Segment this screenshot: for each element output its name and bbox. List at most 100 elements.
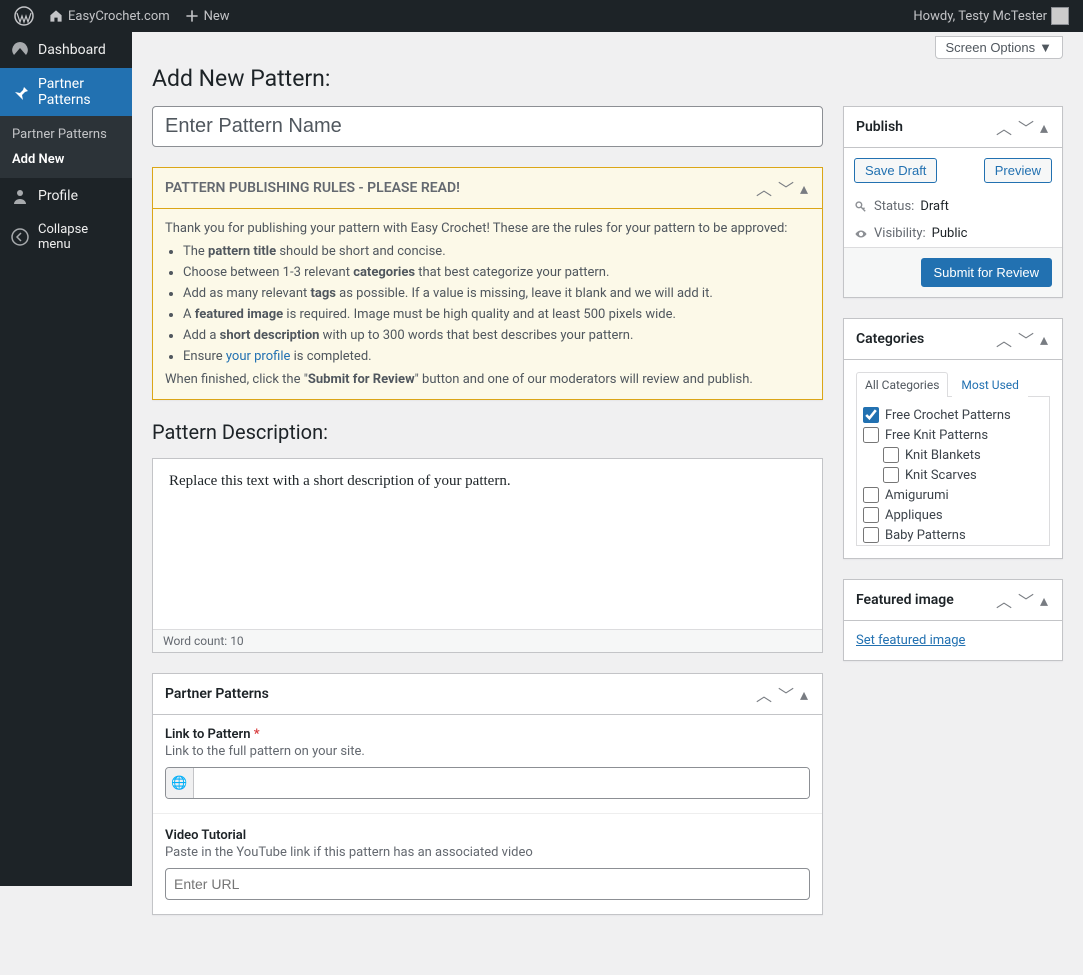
- featured-image-box: Featured image ︿ ﹀ ▴ Set featured image: [843, 579, 1063, 661]
- admin-topbar: EasyCrochet.com New Howdy, Testy McTeste…: [0, 0, 1083, 32]
- category-checkbox[interactable]: [863, 507, 879, 523]
- wp-logo[interactable]: [10, 6, 38, 26]
- user-icon: [10, 186, 30, 206]
- category-checkbox[interactable]: [883, 467, 899, 483]
- category-item[interactable]: Chevron Patterns: [863, 545, 1043, 546]
- rule-5: Add a short description with up to 300 w…: [183, 328, 810, 343]
- submenu-partner-patterns[interactable]: Partner Patterns: [0, 122, 132, 147]
- collapse-icon: [10, 227, 30, 247]
- admin-sidebar: Dashboard Partner Patterns Partner Patte…: [0, 32, 132, 886]
- screen-options-button[interactable]: Screen Options ▼: [935, 36, 1063, 59]
- category-label: Baby Patterns: [885, 528, 966, 543]
- rules-heading: PATTERN PUBLISHING RULES - PLEASE READ!: [165, 180, 754, 196]
- sidebar-item-partner-patterns[interactable]: Partner Patterns: [0, 68, 132, 116]
- video-hint: Paste in the YouTube link if this patter…: [165, 845, 810, 860]
- category-item[interactable]: Free Knit Patterns: [863, 425, 1043, 445]
- word-count: Word count: 10: [153, 629, 822, 652]
- move-up-icon[interactable]: ︿: [994, 327, 1014, 351]
- featured-image-heading: Featured image: [856, 592, 994, 608]
- tab-all-categories[interactable]: All Categories: [856, 372, 948, 397]
- move-down-icon[interactable]: ﹀: [1016, 115, 1036, 139]
- move-down-icon[interactable]: ﹀: [776, 176, 796, 200]
- rule-1: The pattern title should be short and co…: [183, 244, 810, 259]
- sidebar-item-dashboard[interactable]: Dashboard: [0, 32, 132, 68]
- new-menu[interactable]: New: [180, 8, 234, 24]
- category-item[interactable]: Baby Patterns: [863, 525, 1043, 545]
- publish-heading: Publish: [856, 119, 994, 135]
- category-item[interactable]: Knit Blankets: [863, 445, 1043, 465]
- move-down-icon[interactable]: ﹀: [776, 682, 796, 706]
- category-item[interactable]: Knit Scarves: [863, 465, 1043, 485]
- category-item[interactable]: Amigurumi: [863, 485, 1043, 505]
- sidebar-item-profile[interactable]: Profile: [0, 178, 132, 214]
- categories-heading: Categories: [856, 331, 994, 347]
- rules-intro: Thank you for publishing your pattern wi…: [165, 221, 810, 236]
- category-checkbox[interactable]: [863, 527, 879, 543]
- sidebar-collapse[interactable]: Collapse menu: [0, 214, 132, 260]
- dashboard-icon: [10, 40, 30, 60]
- toggle-icon[interactable]: ▴: [1038, 118, 1050, 137]
- submenu-add-new[interactable]: Add New: [0, 147, 132, 172]
- wordpress-icon: [14, 6, 34, 26]
- rule-3: Add as many relevant tags as possible. I…: [183, 286, 810, 301]
- toggle-icon[interactable]: ▴: [1038, 330, 1050, 349]
- page-title: Add New Pattern:: [152, 65, 1063, 92]
- content-wrap: Screen Options ▼ Add New Pattern: PATTER…: [132, 32, 1083, 975]
- category-checkbox[interactable]: [863, 407, 879, 423]
- category-checkbox[interactable]: [863, 487, 879, 503]
- status-row: Status: Draft: [844, 193, 1062, 220]
- category-label: Free Knit Patterns: [885, 428, 988, 443]
- set-featured-image-link[interactable]: Set featured image: [856, 629, 965, 652]
- link-input-wrap: 🌐: [165, 767, 810, 799]
- move-up-icon[interactable]: ︿: [754, 176, 774, 200]
- video-label: Video Tutorial: [165, 828, 810, 843]
- new-label: New: [204, 9, 230, 24]
- screen-options-label: Screen Options: [946, 40, 1036, 55]
- category-item[interactable]: Free Crochet Patterns: [863, 405, 1043, 425]
- link-input[interactable]: [194, 768, 809, 798]
- toggle-icon[interactable]: ▴: [798, 179, 810, 198]
- submit-for-review-button[interactable]: Submit for Review: [921, 258, 1052, 287]
- category-label: Knit Blankets: [905, 448, 981, 463]
- site-link[interactable]: EasyCrochet.com: [44, 8, 174, 24]
- caret-down-icon: ▼: [1039, 40, 1052, 55]
- description-textarea[interactable]: Replace this text with a short descripti…: [153, 459, 822, 629]
- rule-4: A featured image is required. Image must…: [183, 307, 810, 322]
- move-up-icon[interactable]: ︿: [994, 115, 1014, 139]
- partner-patterns-label: Partner Patterns: [38, 76, 122, 108]
- plus-icon: [184, 8, 200, 24]
- toggle-icon[interactable]: ▴: [798, 685, 810, 704]
- category-checkbox[interactable]: [863, 427, 879, 443]
- pattern-title-input[interactable]: [152, 106, 823, 147]
- account-menu[interactable]: Howdy, Testy McTester: [909, 7, 1073, 25]
- tab-most-used[interactable]: Most Used: [952, 372, 1028, 397]
- description-editor: Replace this text with a short descripti…: [152, 458, 823, 653]
- video-input[interactable]: [165, 868, 810, 900]
- category-label: Knit Scarves: [905, 468, 977, 483]
- site-name: EasyCrochet.com: [68, 9, 170, 24]
- profile-label: Profile: [38, 188, 78, 204]
- move-down-icon[interactable]: ﹀: [1016, 327, 1036, 351]
- pin-icon: [10, 82, 30, 102]
- save-draft-button[interactable]: Save Draft: [854, 158, 937, 183]
- collapse-label: Collapse menu: [38, 222, 122, 252]
- category-item[interactable]: Appliques: [863, 505, 1043, 525]
- category-label: Appliques: [885, 508, 943, 523]
- description-heading: Pattern Description:: [152, 420, 823, 444]
- rule-2: Choose between 1-3 relevant categories t…: [183, 265, 810, 280]
- category-checkbox[interactable]: [883, 447, 899, 463]
- toggle-icon[interactable]: ▴: [1038, 591, 1050, 610]
- rules-outro: When finished, click the "Submit for Rev…: [165, 372, 810, 387]
- rule-6: Ensure your profile is completed.: [183, 349, 810, 364]
- partner-patterns-box: Partner Patterns ︿ ﹀ ▴ Link to Pattern *…: [152, 673, 823, 915]
- globe-icon: 🌐: [166, 768, 194, 798]
- categories-list[interactable]: Free Crochet Patterns Free Knit Patterns K…: [856, 396, 1050, 546]
- move-up-icon[interactable]: ︿: [994, 588, 1014, 612]
- category-label: Amigurumi: [885, 488, 949, 503]
- preview-button[interactable]: Preview: [984, 158, 1052, 183]
- move-down-icon[interactable]: ﹀: [1016, 588, 1036, 612]
- dashboard-label: Dashboard: [38, 42, 106, 58]
- profile-link[interactable]: your profile: [226, 349, 291, 364]
- move-up-icon[interactable]: ︿: [754, 682, 774, 706]
- pp-heading: Partner Patterns: [165, 686, 754, 702]
